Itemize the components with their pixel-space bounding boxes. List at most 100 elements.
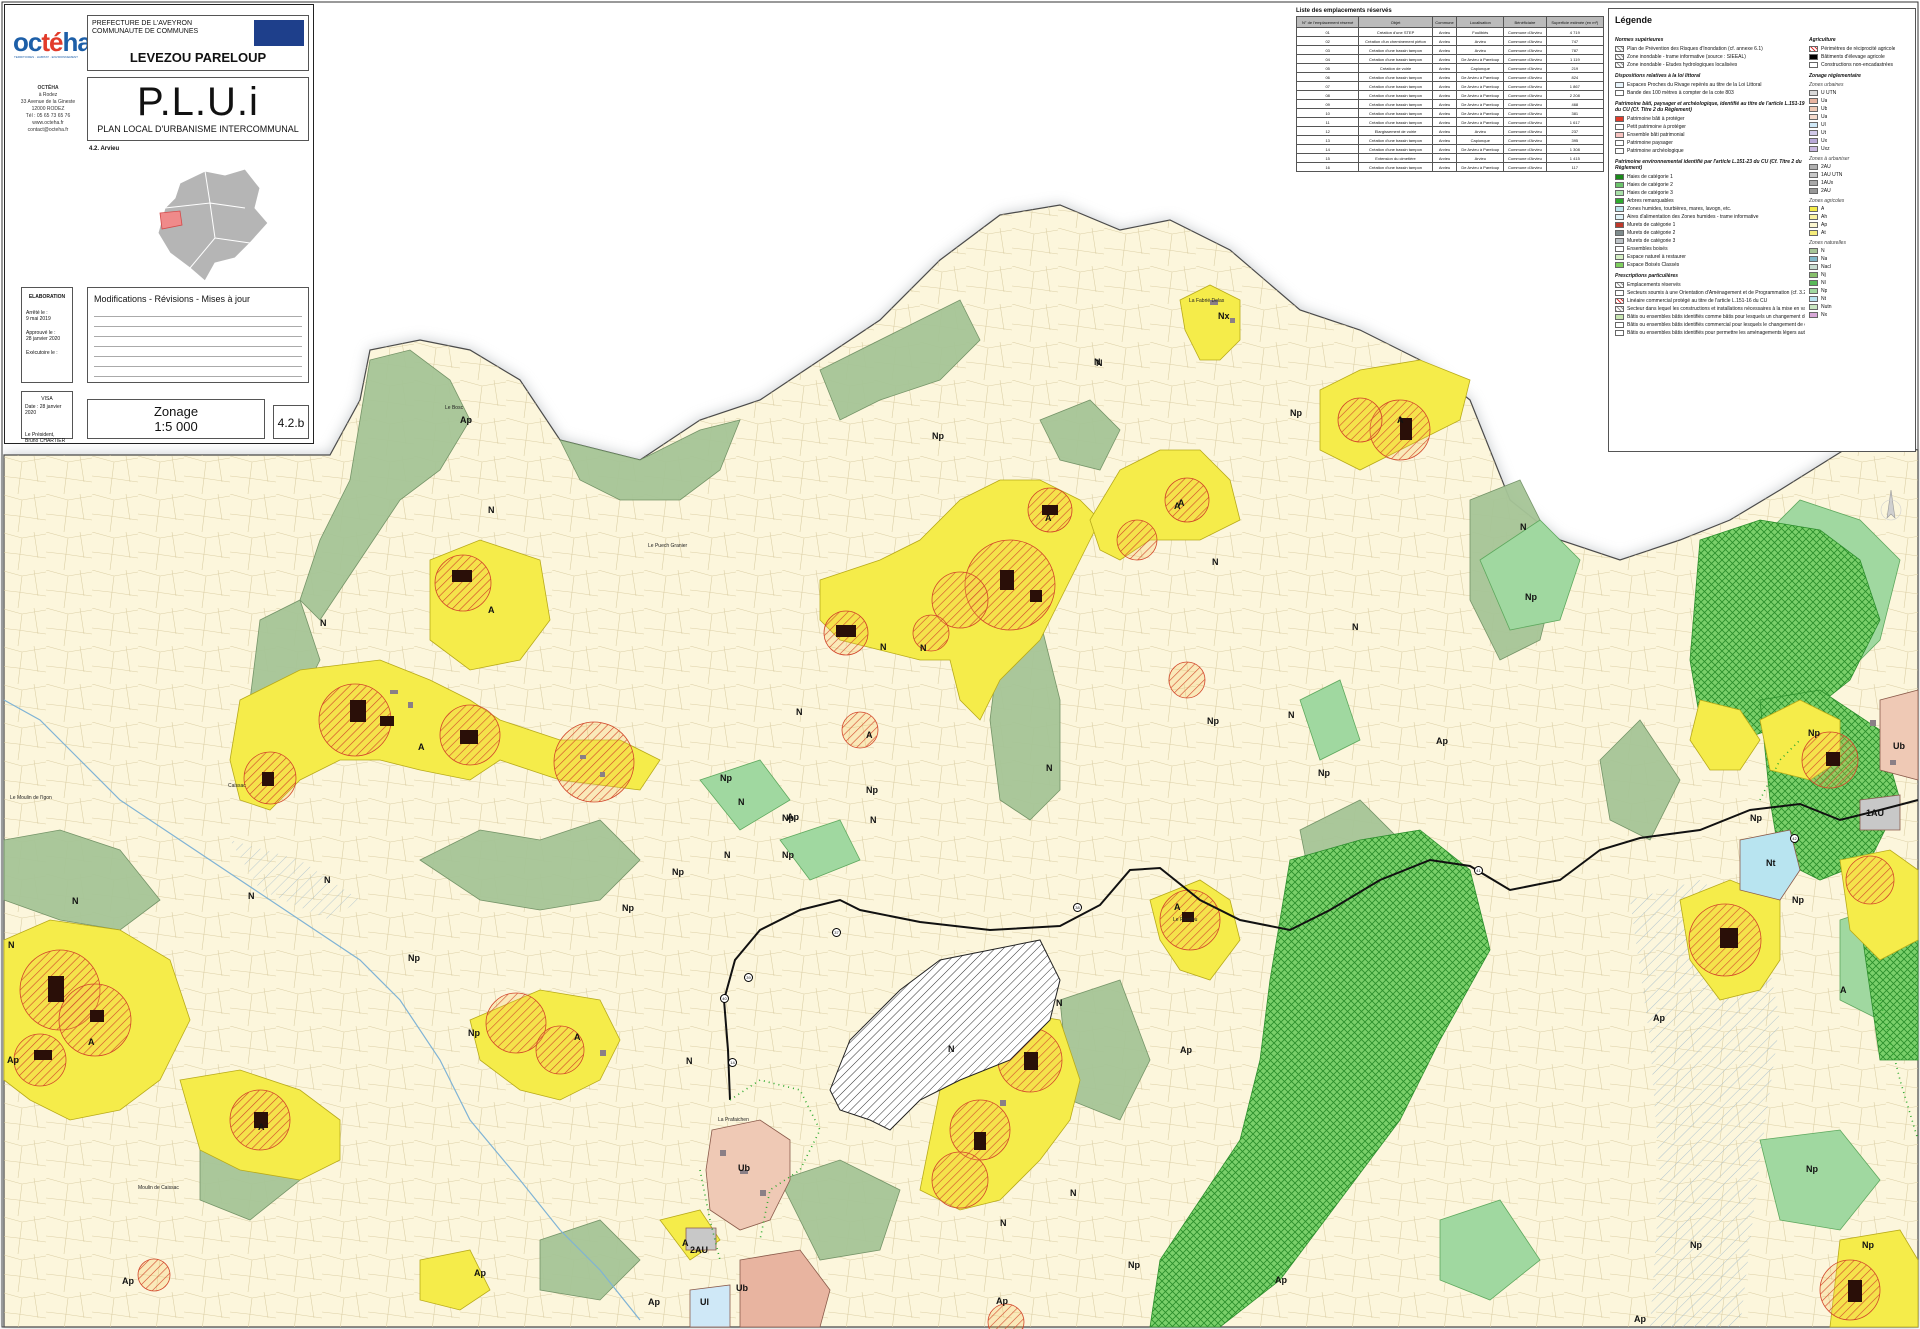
firm-name: OCTÉHA bbox=[37, 85, 59, 91]
road-marker: 40 bbox=[720, 994, 729, 1003]
reserved-table-cell: 03 bbox=[1295, 45, 1360, 55]
reserved-table-cell: Commune d'Arvieu bbox=[1503, 36, 1547, 46]
legend-item: Nutn bbox=[1809, 303, 1913, 311]
reserved-table-cell: 08 bbox=[1295, 90, 1360, 100]
zone-label: 1AU bbox=[1866, 808, 1885, 818]
legend-item: Patrimoine paysager bbox=[1615, 139, 1805, 147]
legend-item-label: Bande des 100 mètres à compter de la cot… bbox=[1627, 89, 1734, 96]
reserved-table-cell: 117 bbox=[1545, 162, 1605, 172]
legend-item: Ub bbox=[1809, 105, 1913, 113]
reserved-table-cell: 14 bbox=[1295, 144, 1360, 154]
legend-item: Patrimoine archéologique bbox=[1615, 147, 1805, 155]
legend-swatch bbox=[1615, 132, 1624, 138]
reserved-table-cell: 787 bbox=[1545, 45, 1605, 55]
legend-item-label: Secteur dans lequel les constructions et… bbox=[1627, 305, 1805, 312]
road-marker: 14 bbox=[728, 1058, 737, 1067]
zone-label: N bbox=[1212, 557, 1219, 567]
reserved-table-cell: 1 308 bbox=[1545, 144, 1605, 154]
legend-item: N bbox=[1809, 247, 1913, 255]
legend-item: 2AU bbox=[1809, 163, 1913, 171]
map-scale: 1:5 000 bbox=[154, 419, 198, 434]
reserved-table-cell: Arvieu bbox=[1431, 144, 1458, 154]
legend-item-label: Ua bbox=[1821, 113, 1828, 120]
firm-website-link[interactable]: www.octeha.fr bbox=[13, 120, 83, 127]
modifications-title: Modifications - Révisions - Mises à jour bbox=[94, 294, 251, 304]
reserved-table-cell: Arvieu bbox=[1456, 45, 1505, 55]
zone-label: Ap bbox=[474, 1268, 486, 1278]
table-row: 08 Création d'une bassin tampon Arvieu De A… bbox=[1295, 90, 1605, 100]
legend-subsection-title: Zones naturelles bbox=[1809, 240, 1846, 246]
legend-item: Secteurs soumis à une Orientation d'Amén… bbox=[1615, 289, 1805, 297]
zone-label: Np bbox=[1318, 768, 1330, 778]
legend-item-label: Ul bbox=[1821, 121, 1826, 128]
place-name: Moulin de Caissac bbox=[138, 1185, 179, 1191]
table-row: 04 Création d'une bassin tampon Arvieu De A… bbox=[1295, 54, 1605, 64]
reserved-table-cell: Commune d'Arvieu bbox=[1503, 153, 1547, 163]
zone-label: N bbox=[248, 891, 255, 901]
reserved-table-cell: Commune d'Arvieu bbox=[1503, 27, 1547, 37]
road-marker: 37 bbox=[832, 928, 841, 937]
legend-right-column: Agriculture Périmètres de réciprocité agr… bbox=[1809, 33, 1913, 319]
legend-item-label: U UTN bbox=[1821, 89, 1837, 96]
zone-label: Np bbox=[1806, 1164, 1818, 1174]
legend-item-label: 1AU UTN bbox=[1821, 171, 1843, 178]
reserved-table-cell: Arvieu bbox=[1431, 63, 1458, 73]
reserved-table-cell: Création d'une bassin tampon bbox=[1358, 45, 1433, 55]
legend-swatch bbox=[1615, 214, 1624, 220]
reserved-table-cell: 219 bbox=[1545, 63, 1605, 73]
reserved-table-cell: 747 bbox=[1545, 36, 1605, 46]
reserved-table-cell: Arvieu bbox=[1456, 153, 1505, 163]
legend-item: Uxz bbox=[1809, 145, 1913, 153]
place-name: Le Bosc bbox=[445, 405, 464, 411]
legend-item-label: A bbox=[1821, 205, 1825, 212]
legend-item: Np bbox=[1809, 287, 1913, 295]
legend-section-title: Normes supérieures bbox=[1615, 37, 1664, 43]
zone-label: Np bbox=[720, 773, 732, 783]
zone-label: Np bbox=[468, 1028, 480, 1038]
legend-item: U UTN bbox=[1809, 89, 1913, 97]
legend-item: Nx bbox=[1809, 311, 1913, 319]
reserved-table-cell: De Arvieu à Pareloup bbox=[1456, 162, 1505, 172]
place-name: Le Ruedou bbox=[1173, 917, 1198, 923]
firm-email-link[interactable]: contact@octeha.fr bbox=[13, 127, 83, 134]
legend-item-label: 2AU bbox=[1821, 163, 1831, 170]
zonage-title: Zonage bbox=[153, 404, 199, 419]
reserved-table-cell: Arvieu bbox=[1431, 162, 1458, 172]
road-marker: 39 bbox=[744, 973, 753, 982]
legend-item: Ah bbox=[1809, 213, 1913, 221]
legend-section-title: Patrimoine environnemental identifié par… bbox=[1615, 159, 1802, 171]
legend-item: At bbox=[1809, 229, 1913, 237]
zone-label: Np bbox=[1808, 728, 1820, 738]
legend-item: Arbres remarquables bbox=[1615, 197, 1805, 205]
zone-label: N bbox=[8, 940, 15, 950]
reserved-table-cell: 1 415 bbox=[1545, 153, 1605, 163]
reserved-table-header: Superficie estimée (en m²) bbox=[1545, 16, 1605, 28]
legend-item-label: Nx bbox=[1821, 311, 1828, 318]
reserved-table-cell: Commune d'Arvieu bbox=[1503, 135, 1547, 145]
legend-item-label: At bbox=[1821, 229, 1826, 236]
zone-label: Np bbox=[1792, 895, 1804, 905]
reserved-table-cell: 824 bbox=[1545, 72, 1605, 82]
legend-item-label: Nutn bbox=[1821, 303, 1832, 310]
legend-swatch bbox=[1809, 98, 1818, 104]
elaboration-box: ELABORATION Arrêté le : 9 mai 2019 Appro… bbox=[21, 287, 73, 383]
legend-swatch bbox=[1809, 62, 1818, 68]
legend-item-label: Patrimoine paysager bbox=[1627, 139, 1673, 146]
zone-label: Ap bbox=[7, 1055, 19, 1065]
zone-label: N bbox=[1096, 358, 1103, 368]
legend-item: Périmètres de réciprocité agricole bbox=[1809, 45, 1913, 53]
legend-item-label: N bbox=[1821, 247, 1825, 254]
legend-section-title: Dispositions relatives à la loi littoral bbox=[1615, 73, 1701, 79]
legend-item: Murets de catégorie 2 bbox=[1615, 229, 1805, 237]
legend-swatch bbox=[1615, 254, 1624, 260]
legend-swatch bbox=[1809, 90, 1818, 96]
zone-label: Np bbox=[1290, 408, 1302, 418]
legend-section-title: Agriculture bbox=[1809, 37, 1836, 43]
zone-label: N bbox=[72, 896, 79, 906]
reserved-table-cell: Commune d'Arvieu bbox=[1503, 162, 1547, 172]
zone-label: Ub bbox=[736, 1283, 748, 1293]
legend-swatch bbox=[1615, 62, 1624, 68]
zone-label: Ap bbox=[1180, 1045, 1192, 1055]
table-row: 02 Création d'un cheminement piéton Arvieu… bbox=[1295, 36, 1605, 46]
legend-item-label: Espace Boisés Classés bbox=[1627, 261, 1680, 268]
